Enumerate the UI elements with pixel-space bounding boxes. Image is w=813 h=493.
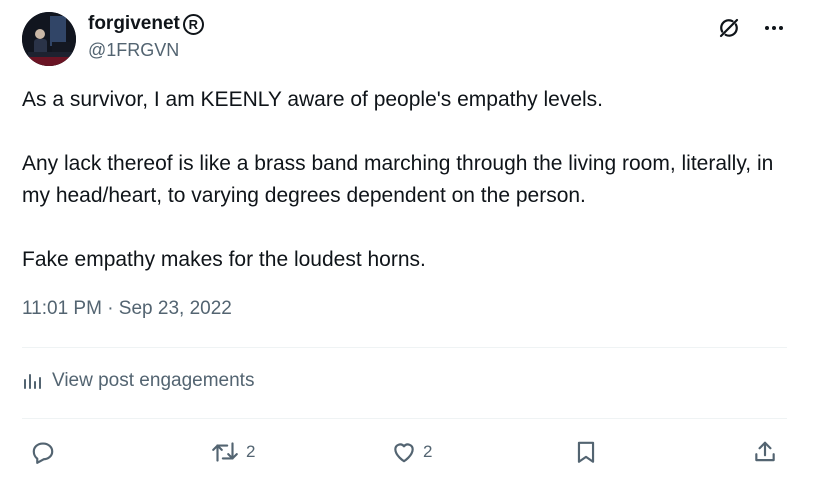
post-paragraph: Fake empathy makes for the loudest horns… — [22, 248, 426, 271]
view-engagements-label: View post engagements — [52, 370, 255, 391]
post-paragraph: As a survivor, I am KEENLY aware of peop… — [22, 88, 604, 111]
post-timestamp[interactable]: 11:01 PM · Sep 23, 2022 — [22, 298, 232, 320]
author-info: forgivenet R @1FRGVN — [88, 12, 204, 61]
display-name-text: forgivenet — [88, 13, 180, 34]
like-count: 2 — [423, 442, 433, 461]
registered-mark-icon: R — [182, 13, 204, 35]
repost-button[interactable]: 2 — [210, 432, 255, 472]
reply-button[interactable] — [30, 432, 56, 472]
post-top-actions — [717, 16, 785, 40]
avatar[interactable] — [22, 12, 76, 66]
view-engagements-link[interactable]: View post engagements — [22, 370, 254, 392]
repost-icon — [212, 442, 238, 462]
more-icon[interactable] — [763, 17, 785, 39]
author-display-name[interactable]: forgivenet R — [88, 12, 204, 36]
post-paragraph: Any lack thereof is like a brass band ma… — [22, 152, 774, 207]
bar-chart-icon — [24, 374, 41, 389]
heart-icon — [394, 443, 414, 463]
author-handle[interactable]: @1FRGVN — [88, 39, 204, 61]
repost-count: 2 — [246, 442, 256, 461]
divider — [22, 418, 787, 419]
post-text: As a survivor, I am KEENLY aware of peop… — [22, 84, 792, 276]
divider — [22, 347, 787, 348]
post-action-bar: 2 2 — [22, 432, 787, 472]
share-button[interactable] — [752, 432, 778, 472]
bookmark-button[interactable] — [573, 432, 599, 472]
reply-icon — [32, 442, 54, 464]
share-icon — [755, 441, 775, 462]
like-button[interactable]: 2 — [391, 432, 432, 472]
bookmark-icon — [577, 441, 595, 463]
grok-icon[interactable] — [717, 16, 741, 40]
avatar-image — [22, 12, 76, 66]
post-card: forgivenet R @1FRGVN As a survivor, I am… — [0, 0, 813, 493]
